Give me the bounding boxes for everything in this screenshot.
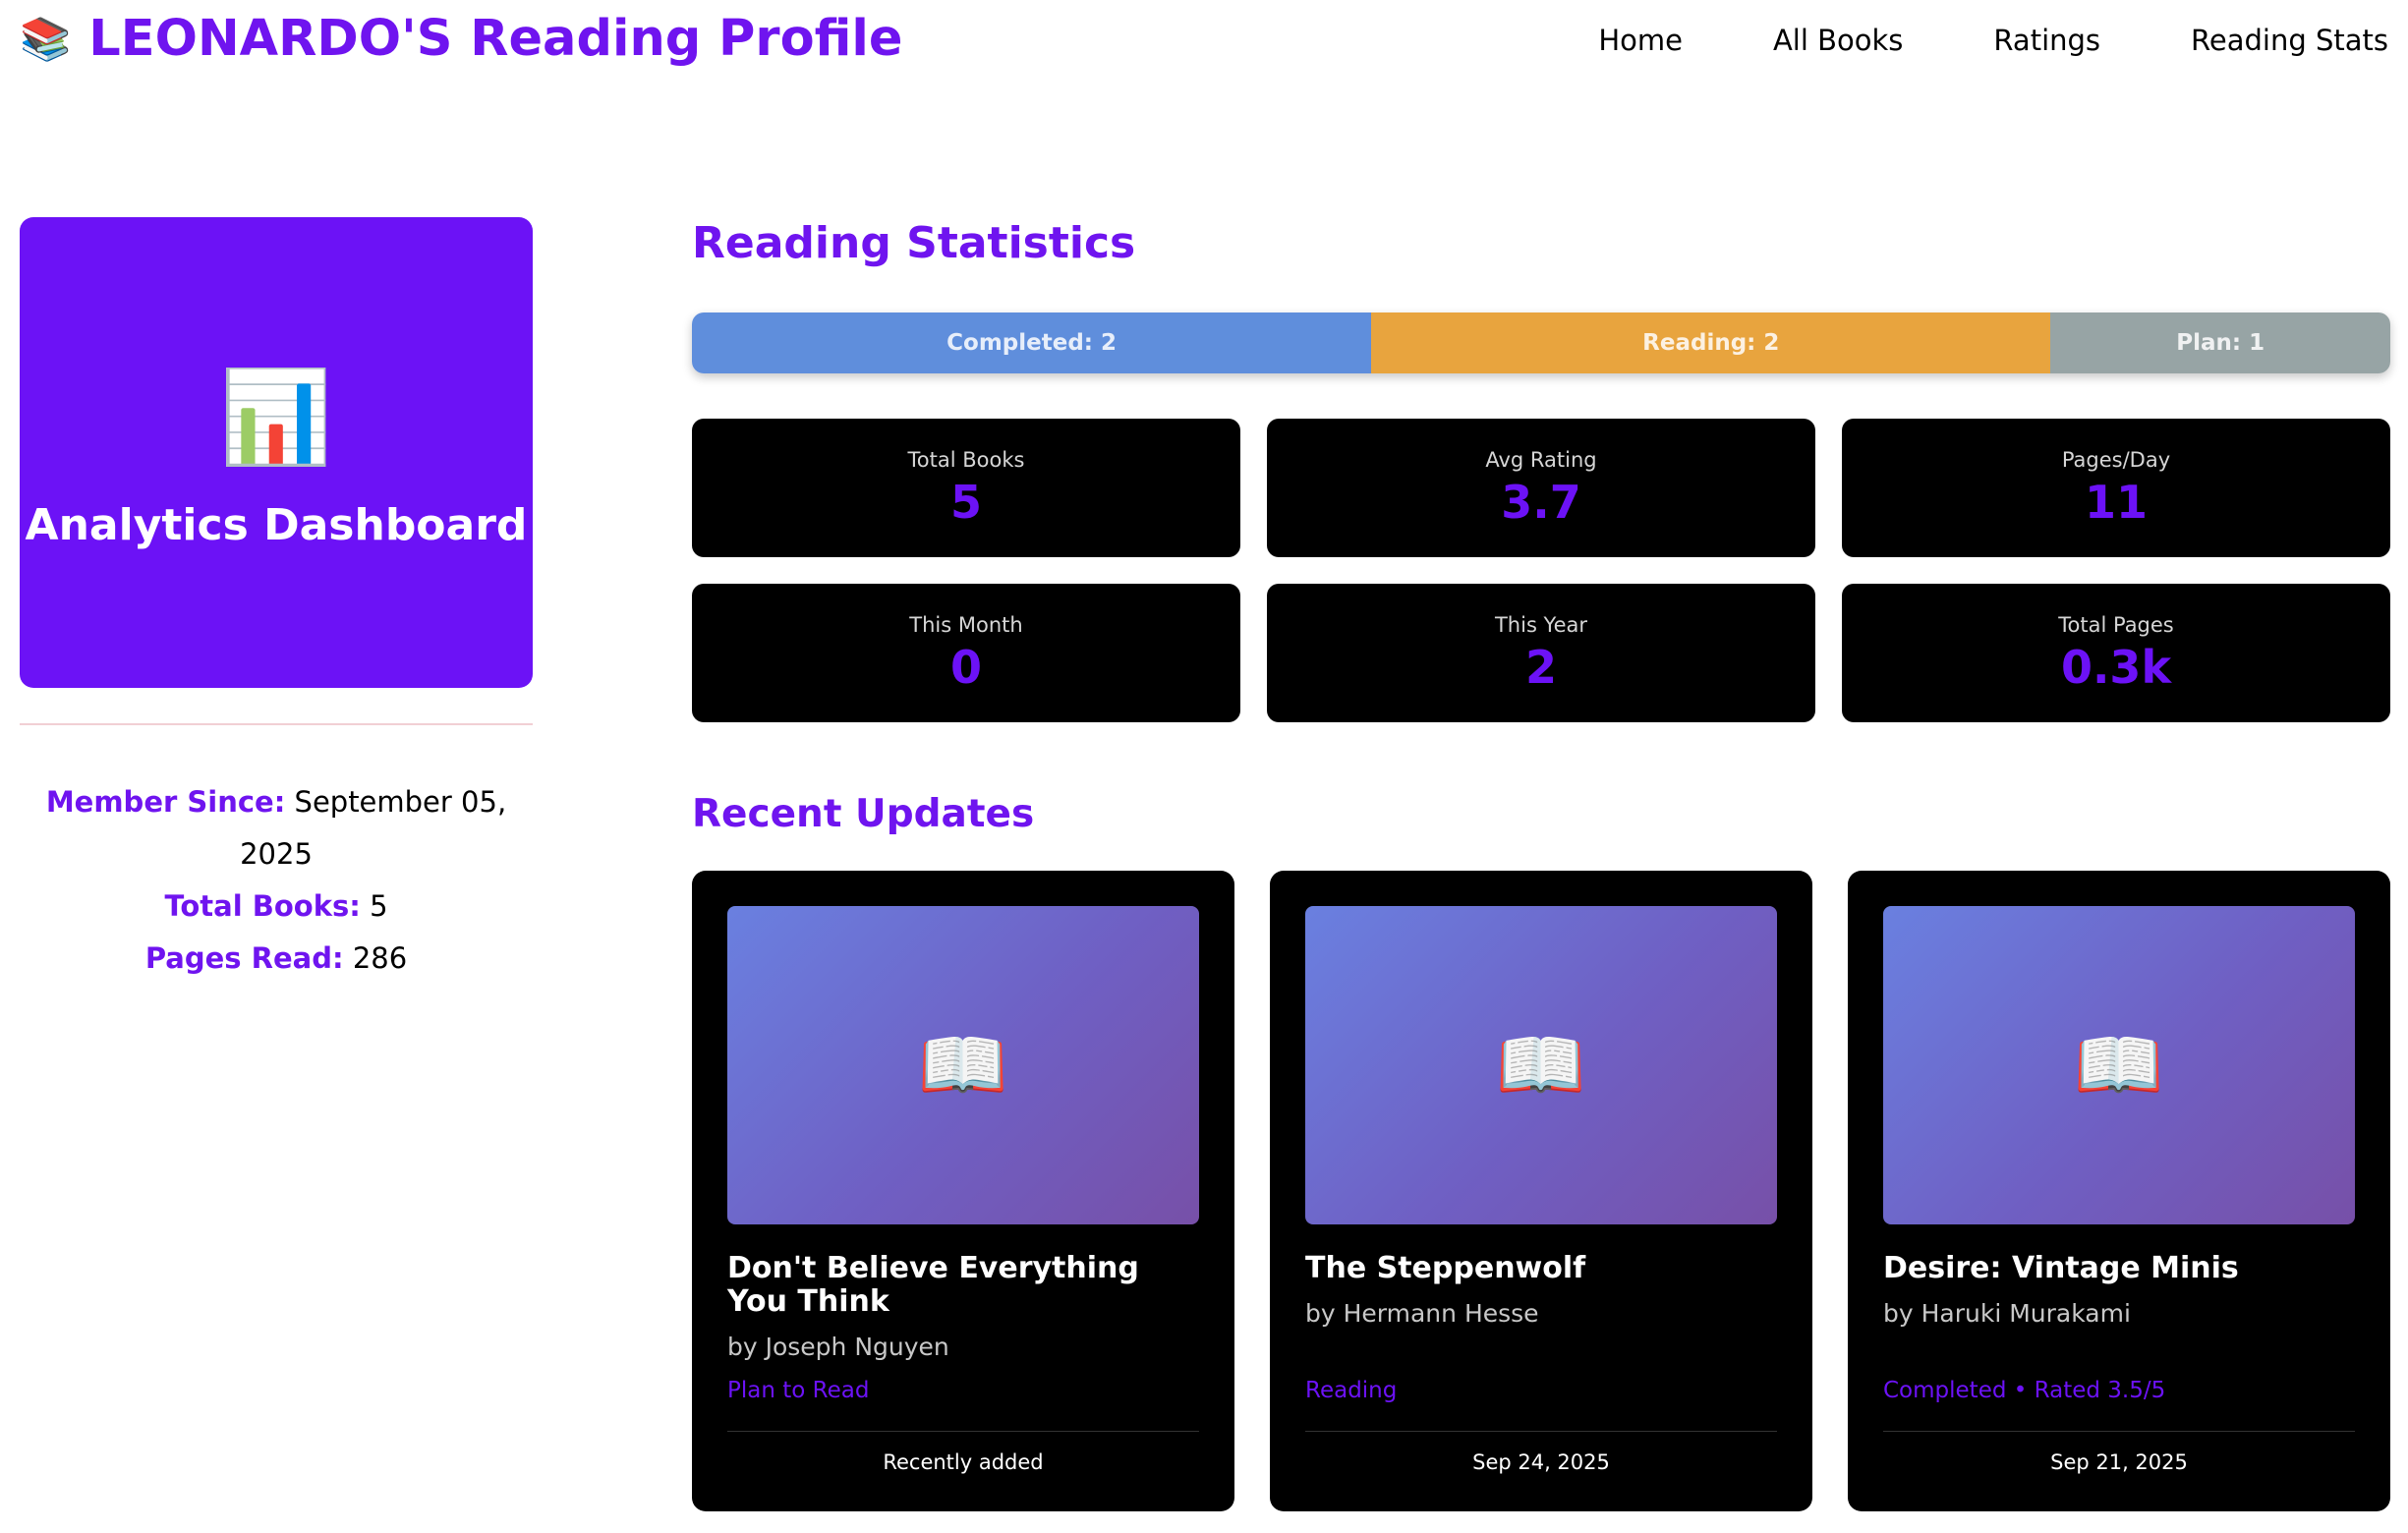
total-books-value: 5 <box>370 889 388 923</box>
pages-read-value: 286 <box>352 941 408 975</box>
book-date: Sep 21, 2025 <box>2050 1450 2188 1474</box>
top-bar: 📚 LEONARDO'S Reading Profile Home All Bo… <box>0 0 2408 88</box>
main-nav: Home All Books Ratings Reading Stats <box>1598 24 2388 57</box>
nav-reading-stats[interactable]: Reading Stats <box>2191 24 2388 57</box>
stat-value: 11 <box>2084 476 2148 530</box>
book-title: The Steppenwolf <box>1305 1251 1586 1285</box>
book-status: Plan to Read <box>727 1378 870 1403</box>
nav-all-books[interactable]: All Books <box>1773 24 1903 57</box>
open-book-icon: 📖 <box>1495 1023 1587 1107</box>
stats-grid: Total Books 5 Avg Rating 3.7 Pages/Day 1… <box>692 419 2390 722</box>
stat-label: Pages/Day <box>2061 448 2171 473</box>
progress-reading: Reading: 2 <box>1371 312 2051 373</box>
book-date: Recently added <box>883 1450 1044 1474</box>
stat-value: 3.7 <box>1501 476 1581 530</box>
book-cover: 📖 <box>1883 906 2355 1224</box>
profile-info: Member Since: September 05, 2025 Total B… <box>20 776 533 985</box>
open-book-icon: 📖 <box>2073 1023 2165 1107</box>
stat-label: This Month <box>909 613 1023 638</box>
book-cover: 📖 <box>1305 906 1777 1224</box>
stat-value: 5 <box>949 476 982 530</box>
analytics-title: Analytics Dashboard <box>25 500 528 550</box>
open-book-icon: 📖 <box>917 1023 1009 1107</box>
book-date: Sep 24, 2025 <box>1472 1450 1610 1474</box>
stat-total-pages: Total Pages 0.3k <box>1842 584 2390 722</box>
stat-label: Total Books <box>907 448 1025 473</box>
book-title: Don't Believe Everything You Think <box>727 1251 1139 1319</box>
sidebar-divider <box>20 723 533 725</box>
recent-books: 📖 Don't Believe Everything You Think by … <box>692 871 2390 1511</box>
book-author: by Joseph Nguyen <box>727 1333 949 1361</box>
stat-total-books: Total Books 5 <box>692 419 1240 557</box>
book-title: Desire: Vintage Minis <box>1883 1251 2239 1285</box>
total-books-label: Total Books: <box>164 889 361 923</box>
stat-this-year: This Year 2 <box>1267 584 1815 722</box>
stat-value: 0 <box>949 641 982 695</box>
page-title: LEONARDO'S Reading Profile <box>88 10 903 68</box>
member-since-label: Member Since: <box>45 785 286 819</box>
book-author: by Hermann Hesse <box>1305 1299 1539 1328</box>
stat-pages-per-day: Pages/Day 11 <box>1842 419 2390 557</box>
nav-home[interactable]: Home <box>1598 24 1683 57</box>
book-card[interactable]: 📖 The Steppenwolf by Hermann Hesse Readi… <box>1270 871 1812 1511</box>
progress-plan: Plan: 1 <box>2050 312 2390 373</box>
book-cover: 📖 <box>727 906 1199 1224</box>
reading-statistics-heading: Reading Statistics <box>692 218 1136 268</box>
nav-ratings[interactable]: Ratings <box>1993 24 2100 57</box>
book-divider <box>1883 1431 2355 1432</box>
book-author: by Haruki Murakami <box>1883 1299 2131 1328</box>
recent-updates-heading: Recent Updates <box>692 792 1035 836</box>
pages-read-row: Pages Read: 286 <box>20 933 533 985</box>
stat-value: 2 <box>1524 641 1557 695</box>
stat-this-month: This Month 0 <box>692 584 1240 722</box>
stat-label: Avg Rating <box>1485 448 1597 473</box>
total-books-row: Total Books: 5 <box>20 880 533 933</box>
book-card[interactable]: 📖 Desire: Vintage Minis by Haruki Muraka… <box>1848 871 2390 1511</box>
book-card[interactable]: 📖 Don't Believe Everything You Think by … <box>692 871 1234 1511</box>
progress-completed: Completed: 2 <box>692 312 1372 373</box>
member-since-row: Member Since: September 05, 2025 <box>20 776 533 880</box>
brand[interactable]: 📚 LEONARDO'S Reading Profile <box>20 10 902 68</box>
book-status: Reading <box>1305 1378 1398 1403</box>
reading-progress-bar: Completed: 2 Reading: 2 Plan: 1 <box>692 312 2390 373</box>
books-icon: 📚 <box>20 14 72 63</box>
pages-read-label: Pages Read: <box>144 941 344 975</box>
bar-chart-icon: 📊 <box>219 365 333 470</box>
stat-avg-rating: Avg Rating 3.7 <box>1267 419 1815 557</box>
stat-value: 0.3k <box>2060 641 2172 695</box>
book-status: Completed • Rated 3.5/5 <box>1883 1378 2166 1403</box>
stat-label: This Year <box>1494 613 1588 638</box>
analytics-card: 📊 Analytics Dashboard <box>20 217 533 688</box>
stat-label: Total Pages <box>2058 613 2174 638</box>
book-divider <box>1305 1431 1777 1432</box>
book-divider <box>727 1431 1199 1432</box>
